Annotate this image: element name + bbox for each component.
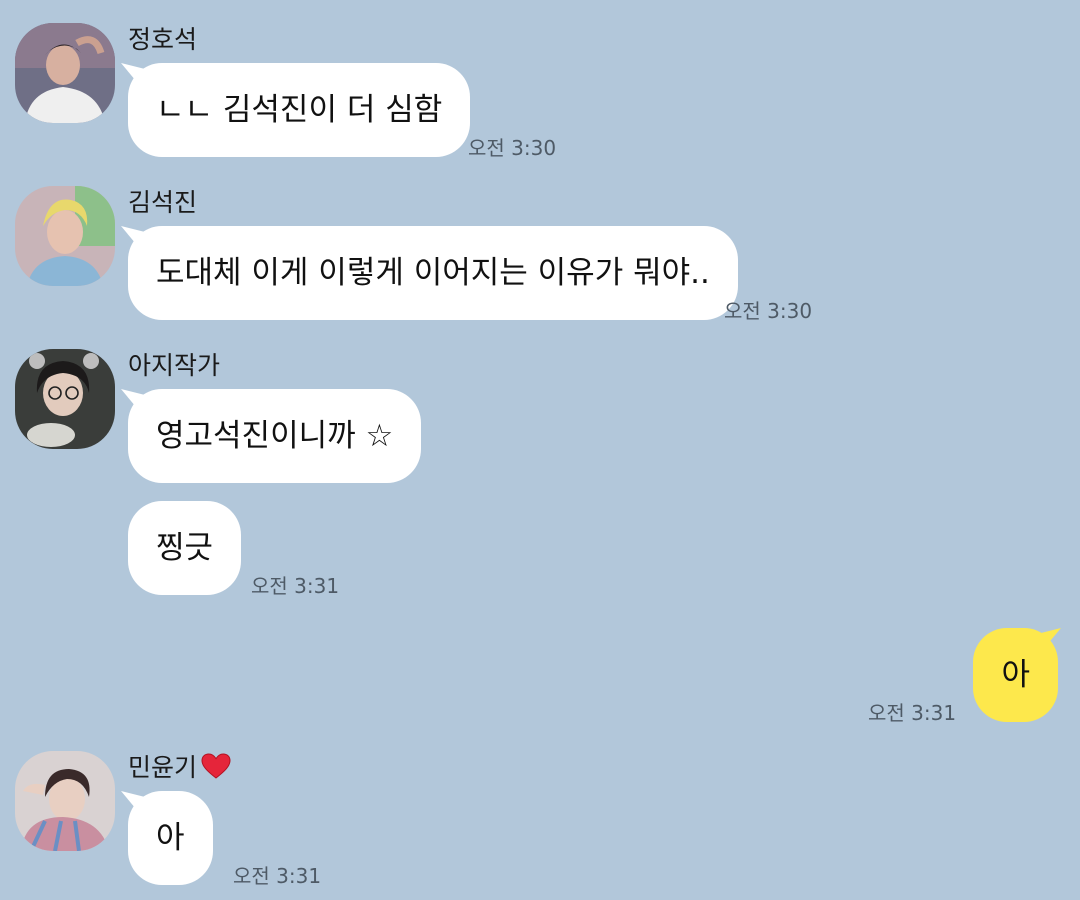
message-bubble[interactable]: 아 [128,791,213,885]
message-time: 오전 3:30 [468,136,557,160]
message-bubble[interactable]: 찡긋 [128,501,242,595]
sender-name: 아지작가 [128,351,221,380]
sender-name-label: 민윤기 [128,753,198,782]
avatar-myg[interactable] [15,751,115,851]
avatar-myg-image [15,751,115,851]
sender-name: 김석진 [128,188,198,217]
avatar-ksj[interactable] [15,186,115,286]
avatar-ajijakga[interactable] [15,349,115,449]
avatar-jhs-image [15,23,115,123]
message-time: 오전 3:31 [251,574,340,598]
bubble-tail [1037,628,1061,652]
sender-name: 정호석 [128,25,198,54]
message-time: 오전 3:30 [724,299,813,323]
message-time: 오전 3:31 [868,701,957,725]
sender-name: 민윤기 [128,752,231,784]
message-bubble[interactable]: 도대체 이게 이렇게 이어지는 이유가 뭐야.. [128,226,738,320]
heart-icon [201,753,231,779]
avatar-jhs[interactable] [15,23,115,123]
message-bubble[interactable]: ㄴㄴ 김석진이 더 심함 [128,63,471,157]
avatar-ksj-image [15,186,115,286]
avatar-ajijakga-image [15,349,115,449]
chat-window: 정호석 ㄴㄴ 김석진이 더 심함 오전 3:30 김석진 도대체 이게 이렇게 … [0,0,1080,900]
message-bubble[interactable]: 영고석진이니까 ☆ [128,389,422,483]
message-time: 오전 3:31 [233,864,322,888]
